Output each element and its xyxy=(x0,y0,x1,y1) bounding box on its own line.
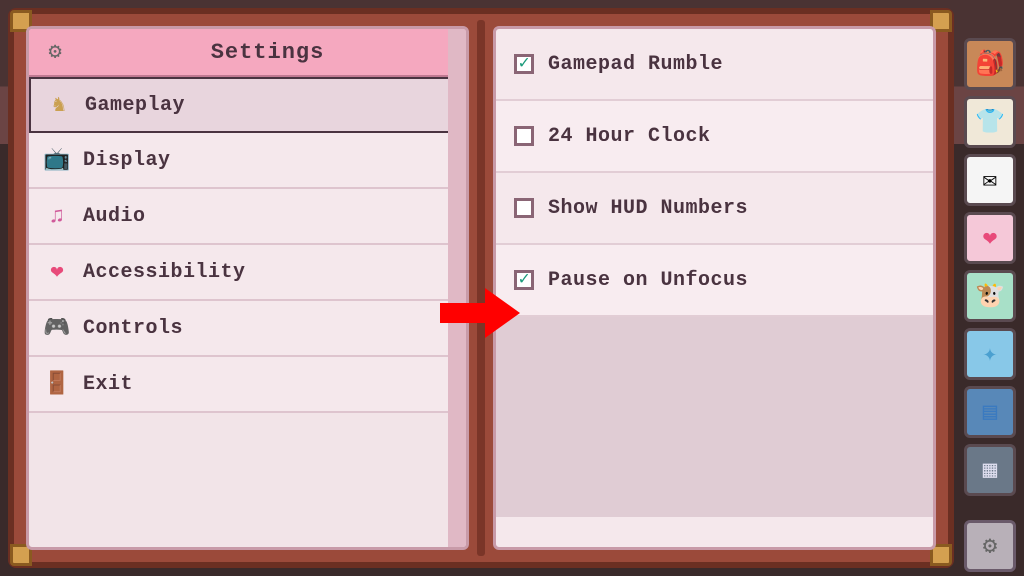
bag-icon xyxy=(975,49,1005,79)
nav-accessibility[interactable]: Accessibility xyxy=(29,245,466,301)
option-label: Gamepad Rumble xyxy=(548,53,723,76)
page-title: Settings xyxy=(81,40,454,65)
sparkle-icon xyxy=(983,339,997,369)
settings-nav-page: Settings Gameplay Display Audio Accessi xyxy=(26,26,469,550)
gear-icon xyxy=(41,38,69,66)
option-label: 24 Hour Clock xyxy=(548,125,711,148)
tab-settings[interactable] xyxy=(964,520,1016,572)
music-note-icon xyxy=(43,202,71,230)
tab-animals[interactable] xyxy=(964,270,1016,322)
gamepad-icon xyxy=(43,314,71,342)
checkbox-checked-icon xyxy=(514,54,534,74)
tab-outfit[interactable] xyxy=(964,96,1016,148)
nav-display[interactable]: Display xyxy=(29,133,466,189)
page-binding xyxy=(448,29,466,547)
settings-options-page: Gamepad Rumble 24 Hour Clock Show HUD Nu… xyxy=(493,26,936,550)
nav-exit[interactable]: Exit xyxy=(29,357,466,413)
cow-icon xyxy=(975,281,1005,311)
option-label: Pause on Unfocus xyxy=(548,269,748,292)
settings-book: Settings Gameplay Display Audio Accessi xyxy=(8,8,954,568)
heart-icon xyxy=(983,223,997,253)
nav-label: Audio xyxy=(83,205,146,228)
nav-label: Display xyxy=(83,149,171,172)
knight-icon xyxy=(45,91,73,119)
option-gamepad-rumble[interactable]: Gamepad Rumble xyxy=(496,29,933,101)
book-spine xyxy=(477,20,485,556)
nav-label: Accessibility xyxy=(83,261,246,284)
menu-tabs xyxy=(964,38,1020,572)
shirt-icon xyxy=(975,107,1005,137)
checkbox-unchecked-icon xyxy=(514,126,534,146)
empty-space xyxy=(496,317,933,517)
door-icon xyxy=(43,370,71,398)
nav-controls[interactable]: Controls xyxy=(29,301,466,357)
gear-icon xyxy=(983,531,997,561)
tab-relations[interactable] xyxy=(964,212,1016,264)
option-24-hour-clock[interactable]: 24 Hour Clock xyxy=(496,101,933,173)
settings-category-list: Gameplay Display Audio Accessibility Con… xyxy=(29,77,466,413)
quest-icon xyxy=(983,397,997,427)
nav-gameplay[interactable]: Gameplay xyxy=(29,77,466,133)
option-show-hud-numbers[interactable]: Show HUD Numbers xyxy=(496,173,933,245)
tab-quests[interactable] xyxy=(964,386,1016,438)
gameplay-options-list: Gamepad Rumble 24 Hour Clock Show HUD Nu… xyxy=(496,29,933,317)
tab-inventory[interactable] xyxy=(964,38,1016,90)
heart-icon xyxy=(43,258,71,286)
tab-mail[interactable] xyxy=(964,154,1016,206)
book-icon xyxy=(983,455,997,485)
nav-label: Gameplay xyxy=(85,94,185,117)
option-pause-on-unfocus[interactable]: Pause on Unfocus xyxy=(496,245,933,317)
settings-header: Settings xyxy=(29,29,466,77)
nav-label: Exit xyxy=(83,373,133,396)
tab-skills[interactable] xyxy=(964,328,1016,380)
checkbox-unchecked-icon xyxy=(514,198,534,218)
nav-label: Controls xyxy=(83,317,183,340)
nav-audio[interactable]: Audio xyxy=(29,189,466,245)
envelope-icon xyxy=(983,165,997,195)
option-label: Show HUD Numbers xyxy=(548,197,748,220)
tab-collections[interactable] xyxy=(964,444,1016,496)
checkbox-checked-icon xyxy=(514,270,534,290)
tv-icon xyxy=(43,146,71,174)
